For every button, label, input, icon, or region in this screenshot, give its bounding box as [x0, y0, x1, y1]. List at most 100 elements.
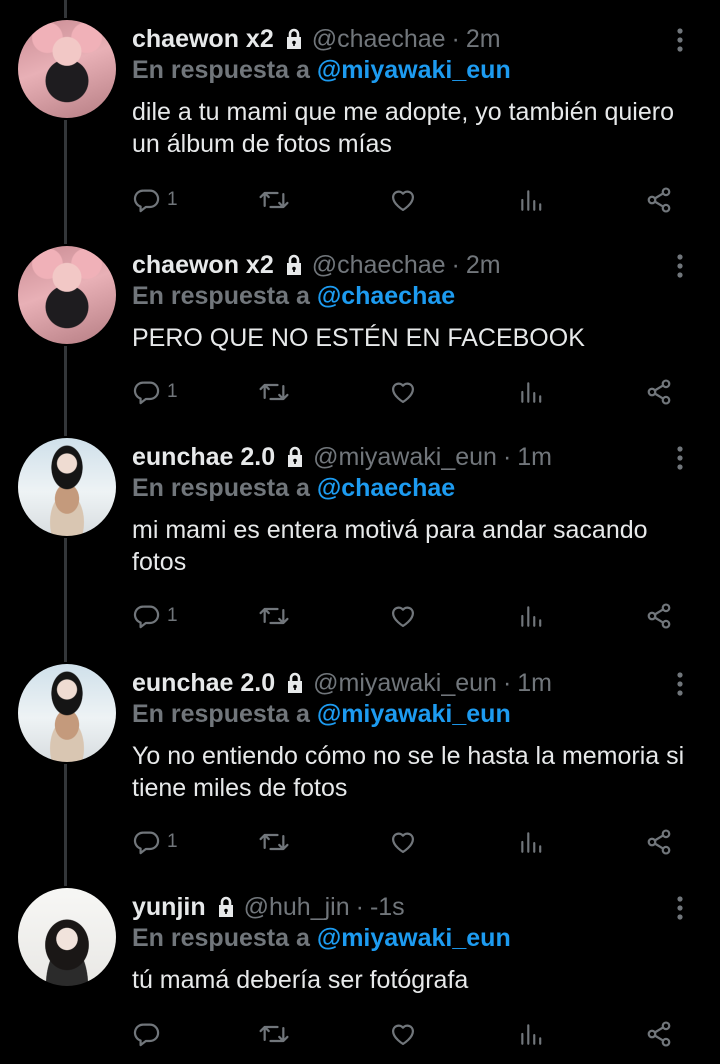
lock-icon: [218, 896, 233, 917]
avatar[interactable]: [18, 20, 116, 118]
reply-icon: [133, 189, 160, 213]
retweet-button[interactable]: [257, 182, 291, 218]
views-button[interactable]: [518, 374, 544, 410]
retweet-button[interactable]: [257, 598, 291, 634]
retweet-icon: [259, 383, 289, 401]
views-button[interactable]: [518, 598, 544, 634]
views-button[interactable]: [518, 824, 544, 860]
tweet[interactable]: eunchae 2.0 @miyawaki_eun · 1m En respue…: [0, 644, 720, 868]
views-button[interactable]: [518, 182, 544, 218]
share-button[interactable]: [645, 182, 673, 218]
reply-mention[interactable]: @chaechae: [317, 474, 455, 502]
display-name[interactable]: yunjin: [132, 893, 206, 922]
like-button[interactable]: [388, 598, 418, 634]
tweet-text: Yo no entiendo cómo no se le hasta la me…: [132, 742, 685, 802]
display-name[interactable]: chaewon x2: [132, 251, 274, 280]
reply-button[interactable]: 1: [133, 598, 178, 634]
retweet-icon: [259, 607, 289, 625]
timestamp[interactable]: 2m: [466, 25, 501, 54]
tweet-header: eunchae 2.0 @miyawaki_eun · 1m: [132, 440, 552, 474]
like-button[interactable]: [388, 824, 418, 860]
reply-button[interactable]: 1: [133, 824, 178, 860]
more-vertical-icon[interactable]: [668, 444, 692, 472]
action-bar: 1: [0, 374, 720, 410]
share-icon: [647, 1021, 671, 1047]
tweet-header: chaewon x2 @chaechae · 2m: [132, 248, 501, 282]
more-vertical-icon[interactable]: [668, 670, 692, 698]
separator-dot: ·: [451, 250, 460, 279]
like-button[interactable]: [388, 182, 418, 218]
views-button[interactable]: [518, 1016, 544, 1052]
display-name[interactable]: eunchae 2.0: [132, 443, 275, 472]
reply-button[interactable]: 1: [133, 182, 178, 218]
more-vertical-icon[interactable]: [668, 894, 692, 922]
handle[interactable]: @chaechae: [312, 251, 446, 280]
display-name[interactable]: eunchae 2.0: [132, 669, 275, 698]
heart-icon: [391, 382, 415, 404]
share-button[interactable]: [645, 1016, 673, 1052]
like-button[interactable]: [388, 374, 418, 410]
lock-icon: [288, 672, 303, 693]
tweet-text: tú mamá debería ser fotógrafa: [132, 966, 469, 994]
display-name[interactable]: chaewon x2: [132, 25, 274, 54]
handle[interactable]: @miyawaki_eun: [313, 669, 497, 698]
tweet-header: yunjin @huh_jin · -1s: [132, 890, 405, 924]
reply-mention[interactable]: @chaechae: [317, 282, 455, 310]
tweet-header: chaewon x2 @chaechae · 2m: [132, 22, 501, 56]
avatar[interactable]: [18, 888, 116, 986]
retweet-button[interactable]: [257, 824, 291, 860]
handle[interactable]: @huh_jin: [244, 893, 350, 922]
action-bar: 1: [0, 824, 720, 860]
reply-context: En respuesta a @miyawaki_eun: [132, 700, 511, 729]
share-button[interactable]: [645, 374, 673, 410]
reply-context: En respuesta a @chaechae: [132, 474, 455, 503]
heart-icon: [391, 832, 415, 854]
share-button[interactable]: [645, 824, 673, 860]
more-vertical-icon[interactable]: [668, 26, 692, 54]
analytics-icon: [521, 1024, 542, 1045]
more-vertical-icon[interactable]: [668, 252, 692, 280]
share-icon: [647, 603, 671, 629]
tweet[interactable]: chaewon x2 @chaechae · 2m En respuesta a…: [0, 0, 720, 224]
reply-icon: [133, 381, 160, 405]
retweet-button[interactable]: [257, 374, 291, 410]
tweet[interactable]: eunchae 2.0 @miyawaki_eun · 1m En respue…: [0, 418, 720, 642]
reply-context: En respuesta a @miyawaki_eun: [132, 56, 511, 85]
reply-button[interactable]: 1: [133, 374, 178, 410]
action-bar: 1: [0, 598, 720, 634]
avatar[interactable]: [18, 664, 116, 762]
reply-mention[interactable]: @miyawaki_eun: [317, 56, 511, 84]
share-icon: [647, 379, 671, 405]
tweet-text: mi mami es entera motivá para andar saca…: [132, 516, 648, 576]
timestamp[interactable]: 2m: [466, 251, 501, 280]
retweet-button[interactable]: [257, 1016, 291, 1052]
avatar[interactable]: [18, 438, 116, 536]
analytics-icon: [521, 382, 542, 403]
timestamp[interactable]: -1s: [370, 893, 405, 922]
avatar[interactable]: [18, 246, 116, 344]
tweet-header: eunchae 2.0 @miyawaki_eun · 1m: [132, 666, 552, 700]
like-button[interactable]: [388, 1016, 418, 1052]
action-bar: [0, 1016, 720, 1052]
reply-mention[interactable]: @miyawaki_eun: [317, 924, 511, 952]
separator-dot: ·: [355, 892, 364, 921]
share-button[interactable]: [645, 598, 673, 634]
reply-count: 1: [167, 381, 178, 402]
timestamp[interactable]: 1m: [517, 443, 552, 472]
reply-mention[interactable]: @miyawaki_eun: [317, 700, 511, 728]
reply-button[interactable]: [133, 1016, 167, 1052]
tweet[interactable]: chaewon x2 @chaechae · 2m En respuesta a…: [0, 226, 720, 420]
reply-icon: [133, 831, 160, 855]
timestamp[interactable]: 1m: [517, 669, 552, 698]
tweet[interactable]: yunjin @huh_jin · -1s En respuesta a @mi…: [0, 868, 720, 1064]
reply-icon: [133, 605, 160, 629]
handle[interactable]: @chaechae: [312, 25, 446, 54]
analytics-icon: [521, 832, 542, 853]
handle[interactable]: @miyawaki_eun: [313, 443, 497, 472]
separator-dot: ·: [502, 668, 512, 697]
reply-icon: [133, 1023, 160, 1047]
reply-context: En respuesta a @chaechae: [132, 282, 455, 311]
reply-count: 1: [167, 605, 178, 626]
share-icon: [647, 187, 671, 213]
reply-prefix: En respuesta a: [132, 56, 310, 84]
